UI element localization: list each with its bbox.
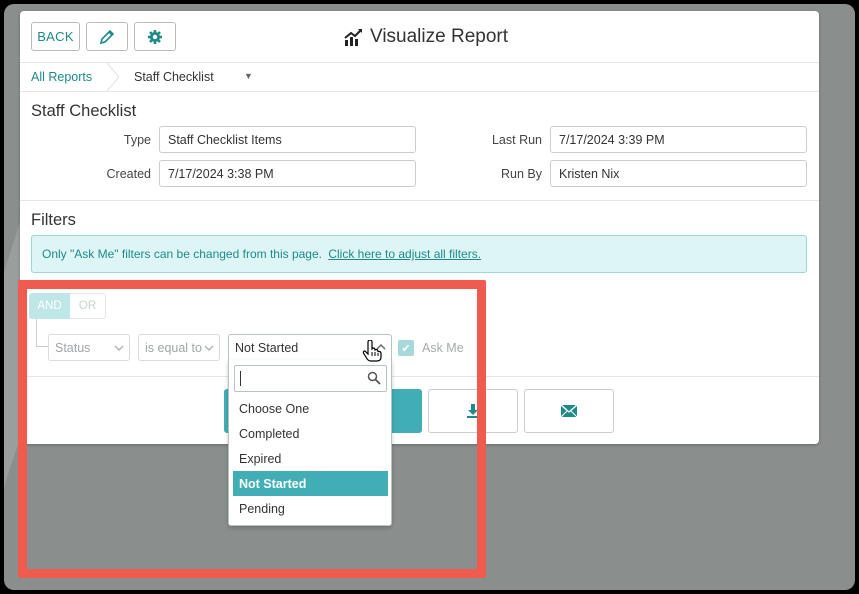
created-field: 7/17/2024 3:38 PM xyxy=(159,160,416,187)
created-label: Created xyxy=(106,167,151,181)
filters-info-text: Only "Ask Me" filters can be changed fro… xyxy=(42,247,322,261)
checkmark-icon: ✔ xyxy=(401,342,411,355)
actions-divider xyxy=(20,376,819,377)
status-dropdown: Choose One Completed Expired Not Started… xyxy=(228,360,392,526)
run-by-field: Kristen Nix xyxy=(550,160,807,187)
chevron-down-icon xyxy=(114,345,124,351)
report-panel: BACK Visualize Report All Reports Staff … xyxy=(20,11,819,444)
ask-me-label: Ask Me xyxy=(422,341,464,355)
dropdown-option[interactable]: Expired xyxy=(233,446,388,471)
adjust-filters-link[interactable]: Click here to adjust all filters. xyxy=(328,247,481,261)
ask-me-checkbox[interactable]: ✔ xyxy=(398,340,414,356)
text-cursor xyxy=(240,371,241,386)
dropdown-search-input[interactable] xyxy=(234,365,387,392)
download-icon xyxy=(467,404,479,418)
run-by-label: Run By xyxy=(501,167,542,181)
last-run-label: Last Run xyxy=(491,133,542,147)
dropdown-option[interactable]: Pending xyxy=(233,496,388,521)
window-frame: BACK Visualize Report All Reports Staff … xyxy=(0,0,859,594)
download-button[interactable] xyxy=(428,389,518,433)
dropdown-option[interactable]: Completed xyxy=(233,421,388,446)
hand-cursor-icon xyxy=(362,340,382,362)
breadcrumb-all-reports[interactable]: All Reports xyxy=(31,70,92,84)
toolbar: BACK Visualize Report xyxy=(20,11,819,63)
breadcrumb-separator-icon xyxy=(106,63,120,91)
chart-trend-icon xyxy=(344,29,362,46)
caret-down-icon[interactable]: ▼ xyxy=(244,71,253,81)
filter-field-value: Status xyxy=(55,341,91,355)
filter-operator-value: is equal to xyxy=(145,341,202,355)
gear-icon xyxy=(148,29,162,44)
type-field: Staff Checklist Items xyxy=(159,126,416,153)
filter-value-text: Not Started xyxy=(235,341,299,355)
search-icon xyxy=(367,371,381,385)
filter-field-select[interactable]: Status xyxy=(48,334,130,361)
envelope-icon xyxy=(561,405,577,417)
or-toggle[interactable]: OR xyxy=(70,293,106,319)
back-button[interactable]: BACK xyxy=(31,22,80,51)
report-section-title: Staff Checklist xyxy=(31,102,137,120)
breadcrumb: All Reports Staff Checklist ▼ xyxy=(20,63,819,92)
filters-title: Filters xyxy=(31,211,76,229)
pencil-icon xyxy=(99,29,115,44)
chevron-down-icon xyxy=(204,345,214,351)
page-title-text: Visualize Report xyxy=(370,26,509,47)
type-label: Type xyxy=(123,133,151,147)
section-divider xyxy=(20,200,819,201)
and-toggle[interactable]: AND xyxy=(29,293,70,319)
breadcrumb-current[interactable]: Staff Checklist xyxy=(134,70,214,84)
last-run-field: 7/17/2024 3:39 PM xyxy=(550,126,807,153)
filter-operator-select[interactable]: is equal to xyxy=(138,334,220,361)
email-button[interactable] xyxy=(524,389,614,433)
filters-info-banner: Only "Ask Me" filters can be changed fro… xyxy=(31,235,807,273)
page-title: Visualize Report xyxy=(343,25,508,49)
edit-button[interactable] xyxy=(86,22,128,51)
dropdown-option[interactable]: Choose One xyxy=(233,396,388,421)
filter-tree-line xyxy=(36,319,37,346)
dropdown-options: Choose One Completed Expired Not Started… xyxy=(233,396,388,521)
settings-button[interactable] xyxy=(134,22,176,51)
dropdown-option-selected[interactable]: Not Started xyxy=(233,471,388,496)
